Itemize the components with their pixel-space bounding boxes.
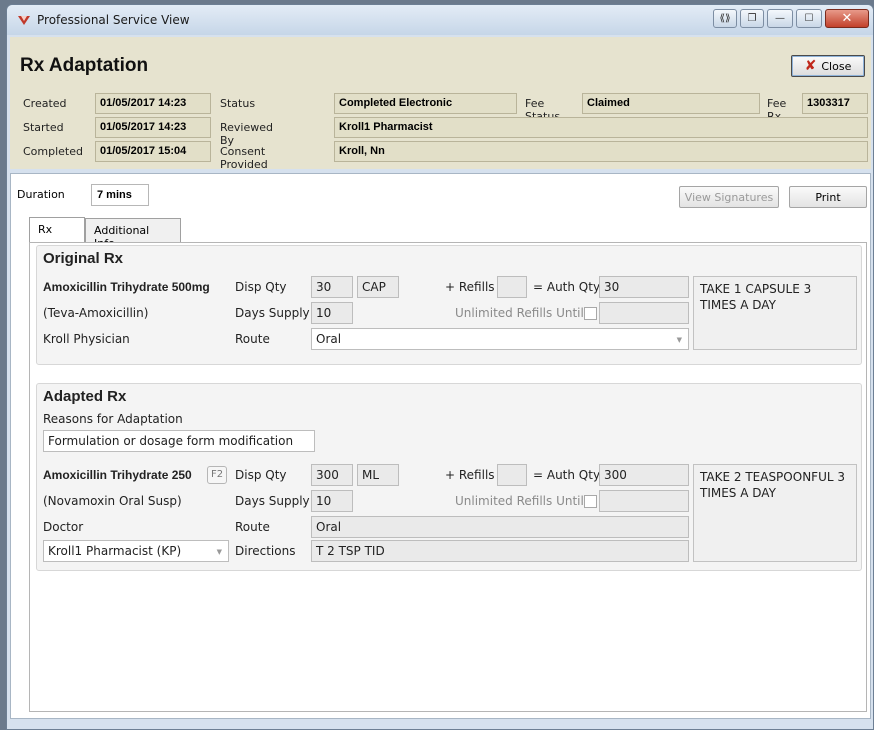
original-refills-field[interactable] bbox=[497, 276, 527, 298]
maximize-button[interactable]: ☐ bbox=[796, 9, 822, 28]
original-unlimited-date-field[interactable] bbox=[599, 302, 689, 324]
doctor-value: Kroll1 Pharmacist (KP) bbox=[48, 544, 182, 558]
created-value: 01/05/2017 14:23 bbox=[95, 93, 211, 114]
adapted-unit-field[interactable]: ML bbox=[357, 464, 399, 486]
status-value: Completed Electronic bbox=[334, 93, 517, 114]
adapted-route-field[interactable]: Oral bbox=[311, 516, 689, 538]
print-button[interactable]: Print bbox=[789, 186, 867, 208]
duration-label: Duration bbox=[17, 188, 65, 201]
original-disp-qty-field[interactable]: 30 bbox=[311, 276, 353, 298]
adapted-auth-qty-label: = Auth Qty bbox=[533, 468, 601, 482]
original-unlimited-refills-checkbox[interactable] bbox=[584, 307, 597, 320]
adapted-rx-group: Adapted Rx Reasons for Adaptation Formul… bbox=[36, 383, 862, 571]
service-header: Rx Adaptation ✘ Close Created 01/05/2017… bbox=[10, 37, 871, 184]
adapted-days-supply-field[interactable]: 10 bbox=[311, 490, 353, 512]
adapted-unlimited-refills-label: Unlimited Refills Until bbox=[455, 494, 584, 508]
original-prescriber: Kroll Physician bbox=[43, 332, 130, 346]
original-brand-name: (Teva-Amoxicillin) bbox=[43, 306, 149, 320]
adapted-unlimited-refills-checkbox[interactable] bbox=[584, 495, 597, 508]
original-sig-memo[interactable]: TAKE 1 CAPSULE 3 TIMES A DAY bbox=[693, 276, 857, 350]
window-title: Professional Service View bbox=[37, 13, 190, 27]
adapted-sig-memo[interactable]: TAKE 2 TEASPOONFUL 3 TIMES A DAY bbox=[693, 464, 857, 562]
completed-label: Completed bbox=[23, 145, 83, 158]
adapted-brand-name: (Novamoxin Oral Susp) bbox=[43, 494, 182, 508]
original-refills-label: + Refills bbox=[445, 280, 495, 294]
window-close-button[interactable]: ✕ bbox=[825, 9, 869, 28]
adapted-auth-qty-field[interactable]: 300 bbox=[599, 464, 689, 486]
title-bar[interactable]: Professional Service View ⟪⟫ ❐ — ☐ ✕ bbox=[7, 5, 873, 35]
duration-value: 7 mins bbox=[91, 184, 149, 206]
original-drug-name: Amoxicillin Trihydrate 500mg bbox=[43, 280, 210, 294]
original-days-supply-field[interactable]: 10 bbox=[311, 302, 353, 324]
adapted-days-supply-label: Days Supply bbox=[235, 494, 310, 508]
chevron-down-icon: ▼ bbox=[676, 336, 682, 344]
fee-status-value: Claimed bbox=[582, 93, 760, 114]
professional-service-window: Professional Service View ⟪⟫ ❐ — ☐ ✕ Rx … bbox=[6, 4, 874, 730]
main-panel: Duration 7 mins View Signatures Print Rx… bbox=[10, 173, 871, 719]
rx-tab-panel: Original Rx Amoxicillin Trihydrate 500mg… bbox=[29, 242, 867, 712]
view-signatures-button[interactable]: View Signatures bbox=[679, 186, 779, 208]
consent-value: Kroll, Nn bbox=[334, 141, 868, 162]
doctor-label: Doctor bbox=[43, 520, 84, 534]
adapted-route-label: Route bbox=[235, 520, 270, 534]
original-route-select[interactable]: Oral ▼ bbox=[311, 328, 689, 350]
adapted-disp-qty-label: Disp Qty bbox=[235, 468, 287, 482]
adapted-unlimited-date-field[interactable] bbox=[599, 490, 689, 512]
original-unit-field[interactable]: CAP bbox=[357, 276, 399, 298]
started-value: 01/05/2017 14:23 bbox=[95, 117, 211, 138]
original-auth-qty-field[interactable]: 30 bbox=[599, 276, 689, 298]
screen-switch-icon[interactable]: ⟪⟫ bbox=[713, 9, 737, 28]
app-logo-icon bbox=[18, 16, 30, 25]
adapted-refills-label: + Refills bbox=[445, 468, 495, 482]
close-button[interactable]: ✘ Close bbox=[791, 55, 865, 77]
reasons-label: Reasons for Adaptation bbox=[43, 412, 183, 426]
completed-value: 01/05/2017 15:04 bbox=[95, 141, 211, 162]
original-route-label: Route bbox=[235, 332, 270, 346]
minimize-button[interactable]: — bbox=[767, 9, 793, 28]
original-rx-title: Original Rx bbox=[43, 250, 124, 267]
directions-label: Directions bbox=[235, 544, 296, 558]
doctor-select[interactable]: Kroll1 Pharmacist (KP) ▼ bbox=[43, 540, 229, 562]
original-disp-qty-label: Disp Qty bbox=[235, 280, 287, 294]
original-route-value: Oral bbox=[316, 332, 342, 346]
original-unlimited-refills-label: Unlimited Refills Until bbox=[455, 306, 584, 320]
reason-field[interactable]: Formulation or dosage form modification bbox=[43, 430, 315, 452]
f2-drug-lookup-button[interactable]: F2 bbox=[207, 466, 228, 484]
started-label: Started bbox=[23, 121, 64, 134]
reviewed-by-value: Kroll1 Pharmacist bbox=[334, 117, 868, 138]
adapted-drug-name: Amoxicillin Trihydrate 250 bbox=[43, 468, 192, 482]
created-label: Created bbox=[23, 97, 67, 110]
fee-rx-value: 1303317 bbox=[802, 93, 868, 114]
tab-additional-info[interactable]: Additional Info bbox=[85, 218, 181, 250]
original-days-supply-label: Days Supply bbox=[235, 306, 310, 320]
restore-docked-icon[interactable]: ❐ bbox=[740, 9, 764, 28]
tab-rx[interactable]: Rx bbox=[29, 217, 85, 242]
adapted-disp-qty-field[interactable]: 300 bbox=[311, 464, 353, 486]
chevron-down-icon: ▼ bbox=[216, 548, 222, 556]
adapted-refills-field[interactable] bbox=[497, 464, 527, 486]
directions-field[interactable]: T 2 TSP TID bbox=[311, 540, 689, 562]
close-button-label: Close bbox=[821, 59, 852, 73]
status-label: Status bbox=[220, 97, 256, 110]
original-rx-group: Original Rx Amoxicillin Trihydrate 500mg… bbox=[36, 245, 862, 365]
reviewed-by-label: Reviewed By bbox=[220, 121, 273, 147]
adapted-rx-title: Adapted Rx bbox=[43, 388, 127, 405]
original-auth-qty-label: = Auth Qty bbox=[533, 280, 601, 294]
close-x-icon: ✘ bbox=[804, 58, 817, 74]
page-title: Rx Adaptation bbox=[20, 55, 149, 76]
